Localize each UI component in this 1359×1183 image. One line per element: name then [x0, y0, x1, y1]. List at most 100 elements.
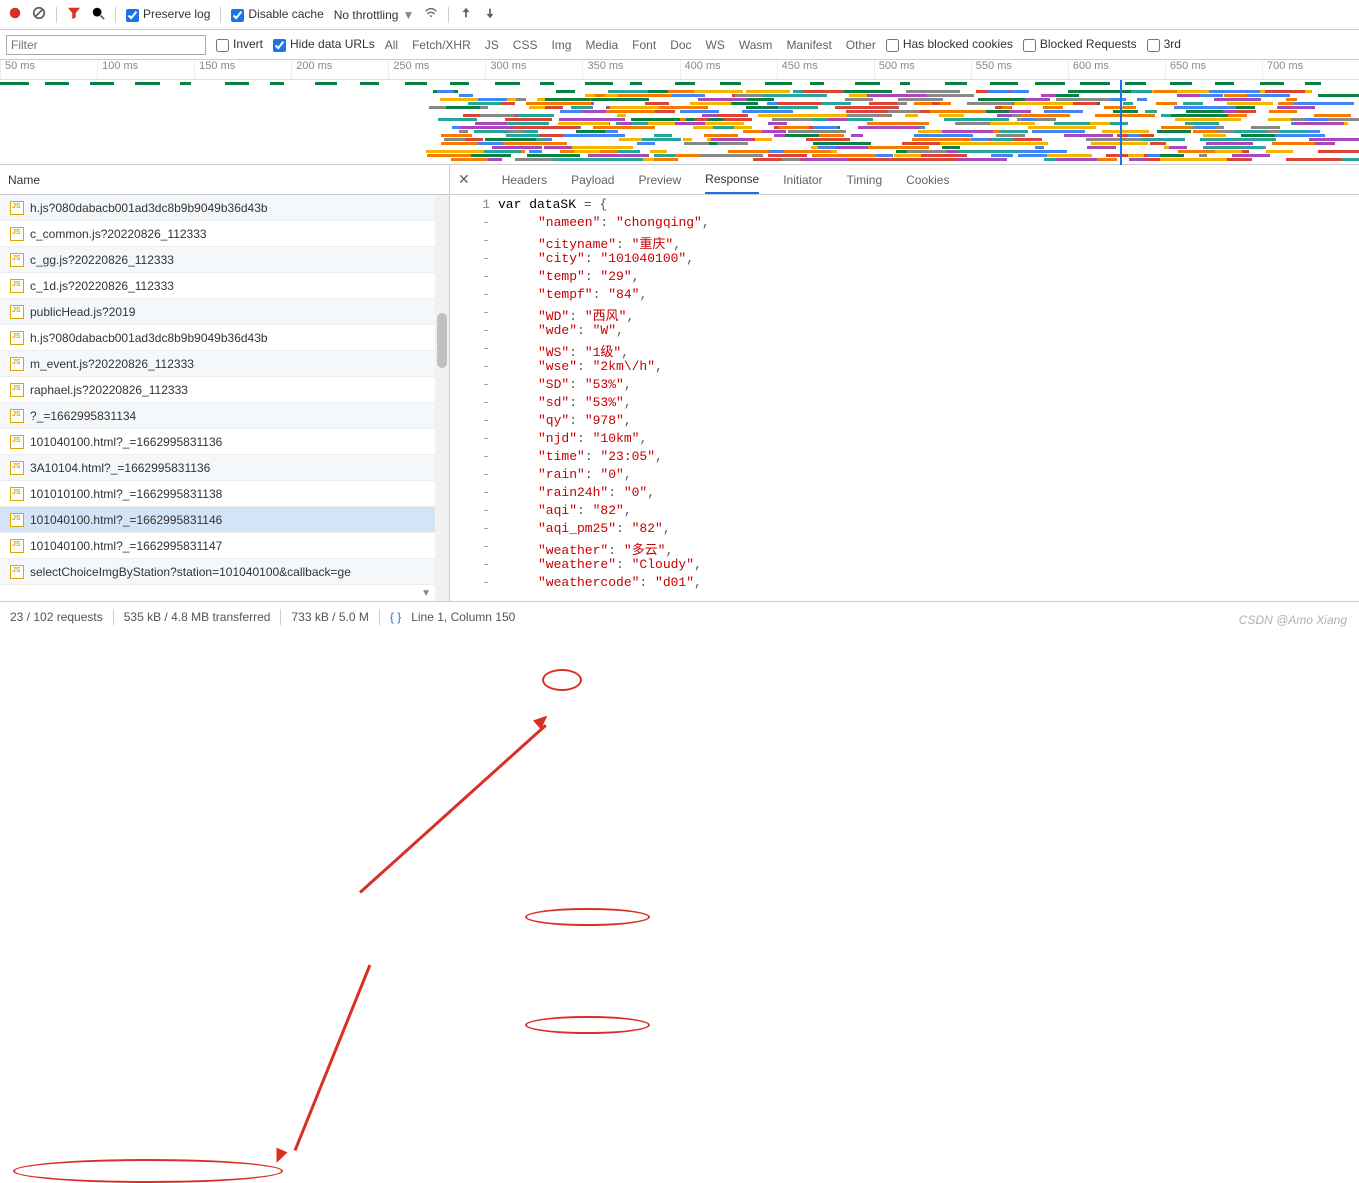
filter-type-other[interactable]: Other [846, 38, 876, 52]
filter-type-media[interactable]: Media [585, 38, 618, 52]
request-name: 3A10104.html?_=1662995831136 [30, 461, 210, 475]
tab-cookies[interactable]: Cookies [906, 167, 949, 193]
disable-cache-checkbox[interactable]: Disable cache [231, 7, 323, 21]
response-body[interactable]: 1var dataSK = {-"nameen": "chongqing",-"… [450, 195, 1359, 601]
filter-type-all[interactable]: All [385, 38, 398, 52]
filter-input[interactable] [6, 35, 206, 55]
table-row[interactable]: 101040100.html?_=1662995831136 [0, 429, 449, 455]
status-bar: 23 / 102 requests 535 kB / 4.8 MB transf… [0, 601, 1359, 631]
table-row[interactable]: 3A10104.html?_=1662995831136 [0, 455, 449, 481]
time-tick: 600 ms [1068, 60, 1165, 79]
upload-icon[interactable] [459, 6, 473, 23]
clear-icon[interactable] [32, 6, 46, 23]
js-file-icon [10, 565, 24, 579]
blocked-requests-checkbox[interactable]: Blocked Requests [1023, 37, 1137, 51]
throttling-select[interactable]: No throttling▼ [334, 8, 415, 22]
time-tick: 650 ms [1165, 60, 1262, 79]
table-row[interactable]: c_1d.js?20220826_112333 [0, 273, 449, 299]
table-row[interactable]: ?_=1662995831134 [0, 403, 449, 429]
js-file-icon [10, 513, 24, 527]
table-row[interactable]: h.js?080dabacb001ad3dc8b9b9049b36d43b [0, 325, 449, 351]
time-tick: 300 ms [485, 60, 582, 79]
request-list[interactable]: h.js?080dabacb001ad3dc8b9b9049b36d43b c_c… [0, 195, 449, 601]
request-name: c_1d.js?20220826_112333 [30, 279, 174, 293]
table-row[interactable]: 101010100.html?_=1662995831138 [0, 481, 449, 507]
watermark: CSDN @Amo Xiang [1239, 613, 1347, 627]
tab-preview[interactable]: Preview [638, 167, 681, 193]
request-name: ?_=1662995831134 [30, 409, 136, 423]
tab-timing[interactable]: Timing [847, 167, 883, 193]
table-row[interactable]: c_gg.js?20220826_112333 [0, 247, 449, 273]
filter-type-doc[interactable]: Doc [670, 38, 691, 52]
filter-bar: Invert Hide data URLs All Fetch/XHR JS CSS I… [0, 30, 1359, 60]
name-column-header[interactable]: Name [0, 165, 449, 195]
request-name: m_event.js?20220826_112333 [30, 357, 194, 371]
time-tick: 200 ms [291, 60, 388, 79]
request-name: 101040100.html?_=1662995831136 [30, 435, 222, 449]
time-tick: 50 ms [0, 60, 97, 79]
has-blocked-cookies-checkbox[interactable]: Has blocked cookies [886, 37, 1013, 51]
time-ruler: 50 ms100 ms150 ms200 ms250 ms300 ms350 m… [0, 60, 1359, 80]
time-tick: 550 ms [971, 60, 1068, 79]
scrollbar-thumb[interactable] [437, 313, 447, 368]
filter-type-ws[interactable]: WS [706, 38, 725, 52]
filter-type-css[interactable]: CSS [513, 38, 538, 52]
js-file-icon [10, 253, 24, 267]
third-party-checkbox[interactable]: 3rd [1147, 37, 1181, 51]
request-name: 101040100.html?_=1662995831147 [30, 539, 222, 553]
request-name: selectChoiceImgByStation?station=1010401… [30, 565, 351, 579]
table-row[interactable]: h.js?080dabacb001ad3dc8b9b9049b36d43b [0, 195, 449, 221]
table-row[interactable]: 101040100.html?_=1662995831147 [0, 533, 449, 559]
table-row[interactable]: selectChoiceImgByStation?station=1010401… [0, 559, 449, 585]
time-tick: 350 ms [582, 60, 679, 79]
details-tabs: ✕ Headers Payload Preview Response Initiator… [450, 165, 1359, 195]
filter-type-font[interactable]: Font [632, 38, 656, 52]
table-row[interactable]: c_common.js?20220826_112333 [0, 221, 449, 247]
request-name: 101040100.html?_=1662995831146 [30, 513, 222, 527]
js-file-icon [10, 279, 24, 293]
js-file-icon [10, 201, 24, 215]
tab-payload[interactable]: Payload [571, 167, 614, 193]
js-file-icon [10, 357, 24, 371]
network-toolbar: Preserve log Disable cache No throttling… [0, 0, 1359, 30]
filter-type-wasm[interactable]: Wasm [739, 38, 773, 52]
scrollbar-track[interactable] [435, 195, 449, 601]
wifi-icon[interactable] [424, 6, 438, 23]
js-file-icon [10, 435, 24, 449]
transferred-size: 535 kB / 4.8 MB transferred [124, 610, 271, 624]
request-name: raphael.js?20220826_112333 [30, 383, 188, 397]
download-icon[interactable] [483, 6, 497, 23]
filter-type-manifest[interactable]: Manifest [786, 38, 831, 52]
preserve-log-checkbox[interactable]: Preserve log [126, 7, 210, 21]
pretty-print-icon[interactable]: { } [390, 610, 401, 624]
filter-icon[interactable] [67, 6, 81, 23]
request-name: c_common.js?20220826_112333 [30, 227, 207, 241]
filter-type-img[interactable]: Img [551, 38, 571, 52]
close-icon[interactable]: ✕ [458, 171, 470, 188]
time-tick: 250 ms [388, 60, 485, 79]
table-row[interactable]: raphael.js?20220826_112333 [0, 377, 449, 403]
js-file-icon [10, 409, 24, 423]
time-tick: 700 ms [1262, 60, 1359, 79]
invert-checkbox[interactable]: Invert [216, 37, 263, 51]
tab-headers[interactable]: Headers [502, 167, 547, 193]
table-row[interactable]: publicHead.js?2019 [0, 299, 449, 325]
hide-data-urls-checkbox[interactable]: Hide data URLs [273, 37, 375, 51]
type-filters: All Fetch/XHR JS CSS Img Media Font Doc WS Wasm Ma… [385, 38, 876, 52]
table-row[interactable]: m_event.js?20220826_112333 [0, 351, 449, 377]
filter-type-js[interactable]: JS [485, 38, 499, 52]
request-name: publicHead.js?2019 [30, 305, 135, 319]
search-icon[interactable] [91, 6, 105, 23]
time-tick: 100 ms [97, 60, 194, 79]
filter-type-fetchxhr[interactable]: Fetch/XHR [412, 38, 471, 52]
tab-response[interactable]: Response [705, 166, 759, 194]
record-icon[interactable] [8, 6, 22, 23]
js-file-icon [10, 461, 24, 475]
requests-count: 23 / 102 requests [10, 610, 103, 624]
request-list-panel: Name h.js?080dabacb001ad3dc8b9b9049b36d4… [0, 165, 450, 601]
tab-initiator[interactable]: Initiator [783, 167, 822, 193]
table-row[interactable]: 101040100.html?_=1662995831146 [0, 507, 449, 533]
main-panel: Name h.js?080dabacb001ad3dc8b9b9049b36d4… [0, 165, 1359, 601]
overview-timeline[interactable]: 50 ms100 ms150 ms200 ms250 ms300 ms350 m… [0, 60, 1359, 165]
cursor-position: Line 1, Column 150 [411, 610, 515, 624]
